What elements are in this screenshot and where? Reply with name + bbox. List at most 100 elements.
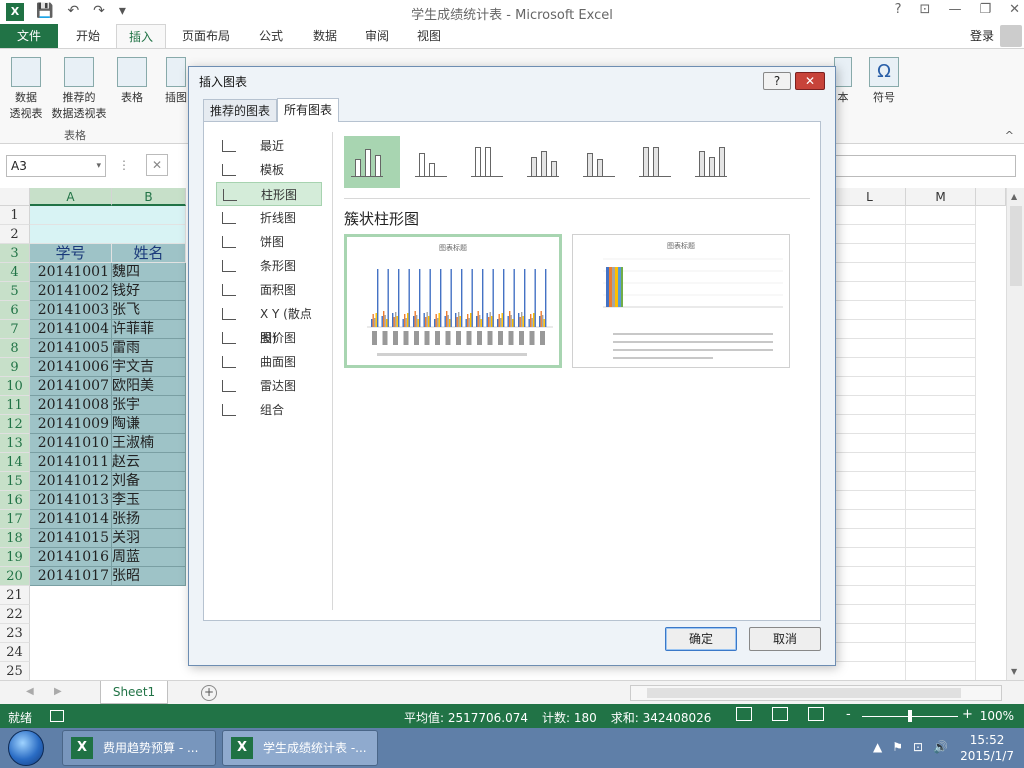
- close-window-icon[interactable]: ✕: [1009, 2, 1020, 17]
- row-header[interactable]: 1: [0, 206, 30, 225]
- cell-empty[interactable]: [834, 548, 906, 567]
- row-header[interactable]: 8: [0, 339, 30, 358]
- cell-student-id[interactable]: 20141016: [30, 548, 112, 567]
- tab-recommended-charts[interactable]: 推荐的图表: [203, 99, 278, 121]
- cell-empty[interactable]: [834, 206, 906, 225]
- row-header[interactable]: 13: [0, 434, 30, 453]
- macro-record-icon[interactable]: [50, 710, 64, 722]
- cell-empty[interactable]: [834, 472, 906, 491]
- column-header-partial[interactable]: [976, 188, 1006, 206]
- cell-student-name[interactable]: 张飞: [112, 301, 186, 320]
- tray-expand-icon[interactable]: ▲: [873, 740, 882, 754]
- cell-empty[interactable]: [906, 491, 976, 510]
- cell-empty[interactable]: [906, 662, 976, 680]
- horizontal-scroll-thumb[interactable]: [647, 688, 961, 698]
- cell-empty[interactable]: [906, 605, 976, 624]
- tab-file[interactable]: 文件: [0, 24, 58, 48]
- cell-student-name[interactable]: 王淑楠: [112, 434, 186, 453]
- chart-subtype-option[interactable]: [464, 136, 508, 188]
- cell-student-id[interactable]: 20141001: [30, 263, 112, 282]
- cell-student-name[interactable]: 张宇: [112, 396, 186, 415]
- illustrations-button[interactable]: 插图: [164, 57, 188, 105]
- tab-insert[interactable]: 插入: [116, 24, 166, 48]
- chart-subtype-option[interactable]: [576, 136, 620, 188]
- cell-student-id[interactable]: 20141008: [30, 396, 112, 415]
- chart-category-item[interactable]: 股价图: [216, 326, 322, 350]
- help-icon[interactable]: ?: [895, 2, 902, 17]
- normal-view-icon[interactable]: [736, 707, 752, 721]
- tab-all-charts[interactable]: 所有图表: [277, 98, 340, 122]
- cell-empty[interactable]: [834, 225, 906, 244]
- cell-empty[interactable]: [906, 624, 976, 643]
- cell-empty[interactable]: [906, 586, 976, 605]
- chart-subtype-option[interactable]: [688, 136, 732, 188]
- cell-student-id[interactable]: 20141011: [30, 453, 112, 472]
- row-header[interactable]: 6: [0, 301, 30, 320]
- column-header-a[interactable]: A: [30, 188, 112, 206]
- name-box[interactable]: A3 ▾: [6, 155, 106, 177]
- chart-category-item[interactable]: 模板: [216, 158, 322, 182]
- zoom-in-icon[interactable]: +: [962, 707, 973, 722]
- cell-student-name[interactable]: 刘备: [112, 472, 186, 491]
- cell-empty[interactable]: [834, 605, 906, 624]
- cell-empty[interactable]: [906, 510, 976, 529]
- dialog-help-button[interactable]: ?: [763, 72, 791, 90]
- restore-icon[interactable]: ❐: [979, 2, 991, 17]
- clock[interactable]: 15:52 2015/1/7: [960, 732, 1014, 764]
- row-header[interactable]: 19: [0, 548, 30, 567]
- cell-empty[interactable]: [834, 567, 906, 586]
- row-header[interactable]: 7: [0, 320, 30, 339]
- cell-student-id[interactable]: 20141012: [30, 472, 112, 491]
- cell-student-id[interactable]: 20141002: [30, 282, 112, 301]
- row-header[interactable]: 20: [0, 567, 30, 586]
- cell-empty[interactable]: [906, 263, 976, 282]
- row-header[interactable]: 18: [0, 529, 30, 548]
- pivot-table-button[interactable]: 数据 透视表: [6, 57, 46, 121]
- cell-student-id[interactable]: 20141006: [30, 358, 112, 377]
- collapse-ribbon-icon[interactable]: ^: [1005, 129, 1014, 142]
- sheet-tab-sheet1[interactable]: Sheet1: [100, 681, 168, 704]
- title-cell[interactable]: [30, 225, 186, 244]
- row-header[interactable]: 12: [0, 415, 30, 434]
- cell-empty[interactable]: [906, 567, 976, 586]
- row-header[interactable]: 5: [0, 282, 30, 301]
- row-header[interactable]: 25: [0, 662, 30, 680]
- tab-home[interactable]: 开始: [64, 24, 112, 48]
- cell-student-name[interactable]: 赵云: [112, 453, 186, 472]
- cell-empty[interactable]: [834, 529, 906, 548]
- row-header[interactable]: 24: [0, 643, 30, 662]
- cell-student-id[interactable]: 20141017: [30, 567, 112, 586]
- symbol-button[interactable]: Ω 符号: [868, 57, 900, 105]
- cell-empty[interactable]: [834, 586, 906, 605]
- cell-empty[interactable]: [906, 358, 976, 377]
- row-header[interactable]: 16: [0, 491, 30, 510]
- row-header[interactable]: 10: [0, 377, 30, 396]
- column-header-l[interactable]: L: [834, 188, 906, 206]
- chart-category-item[interactable]: 折线图: [216, 206, 322, 230]
- cell-empty[interactable]: [834, 377, 906, 396]
- cell-empty[interactable]: [906, 415, 976, 434]
- chart-category-item[interactable]: 组合: [216, 398, 322, 422]
- network-icon[interactable]: ⊡: [913, 740, 923, 754]
- cell-student-name[interactable]: 雷雨: [112, 339, 186, 358]
- tab-review[interactable]: 审阅: [354, 24, 400, 48]
- cell-empty[interactable]: [834, 453, 906, 472]
- cell-student-id[interactable]: 20141014: [30, 510, 112, 529]
- recommended-pivot-button[interactable]: 推荐的 数据透视表: [48, 57, 110, 121]
- cell-student-id[interactable]: 20141003: [30, 301, 112, 320]
- cell-empty[interactable]: [906, 244, 976, 263]
- cell-student-name[interactable]: 许菲菲: [112, 320, 186, 339]
- cancel-button[interactable]: 取消: [749, 627, 821, 651]
- row-header[interactable]: 9: [0, 358, 30, 377]
- select-all-corner[interactable]: [0, 188, 30, 206]
- cell-empty[interactable]: [906, 339, 976, 358]
- row-header[interactable]: 23: [0, 624, 30, 643]
- login-link[interactable]: 登录: [970, 27, 994, 44]
- cell-empty[interactable]: [834, 643, 906, 662]
- action-center-icon[interactable]: ⚑: [892, 740, 903, 754]
- cell-empty[interactable]: [834, 263, 906, 282]
- cell-empty[interactable]: [834, 320, 906, 339]
- cell-empty[interactable]: [906, 377, 976, 396]
- chart-subtype-option[interactable]: [632, 136, 676, 188]
- cell-empty[interactable]: [834, 510, 906, 529]
